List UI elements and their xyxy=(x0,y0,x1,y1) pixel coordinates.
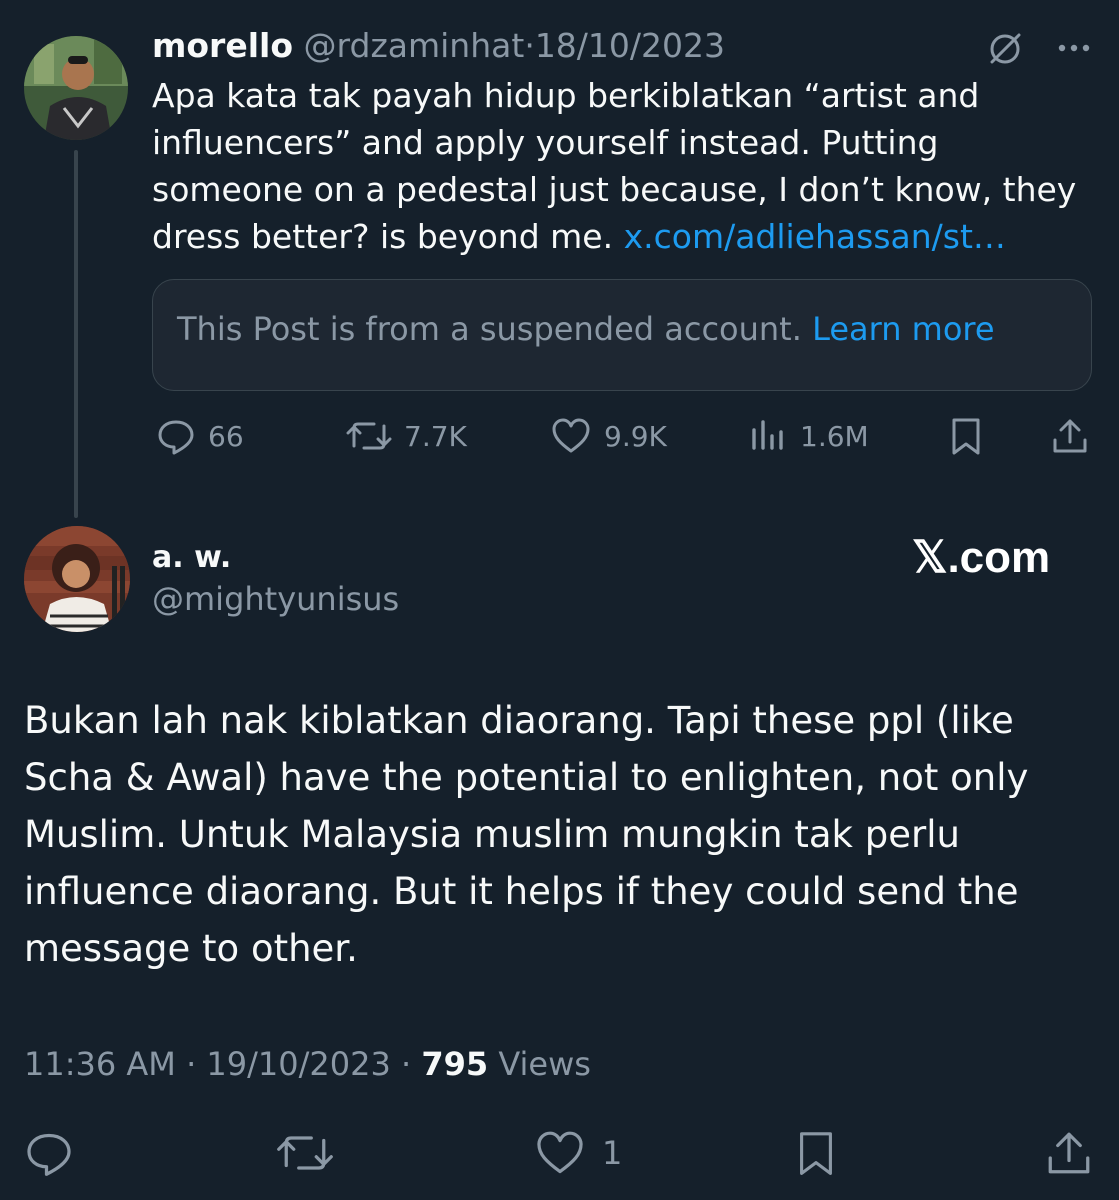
avatar-morello[interactable] xyxy=(24,36,128,140)
reply-count: 66 xyxy=(208,419,244,453)
bookmark-icon xyxy=(792,1128,840,1178)
repost-count: 7.7K xyxy=(404,419,467,453)
post2-share-button[interactable] xyxy=(1044,1128,1094,1178)
repost-button[interactable]: 7.7K xyxy=(346,414,467,458)
reply-button[interactable]: 66 xyxy=(156,414,244,458)
post2-meta: 11:36 AM · 19/10/2023 · 795 Views xyxy=(24,1045,591,1083)
post2-author-handle[interactable]: @mightyunisus xyxy=(152,580,399,618)
post2-like-button[interactable]: 1 xyxy=(534,1128,622,1178)
post2-like-count: 1 xyxy=(602,1134,623,1172)
grok-icon[interactable] xyxy=(986,30,1024,68)
post2-date[interactable]: 19/10/2023 xyxy=(206,1045,390,1083)
share-icon xyxy=(1044,1128,1094,1178)
thread-line xyxy=(74,150,78,518)
post1-header: morello @rdzaminhat·18/10/2023 xyxy=(152,26,725,65)
post1-date[interactable]: 18/10/2023 xyxy=(535,26,725,65)
reply-icon xyxy=(156,416,196,456)
quoted-post-notice: This Post is from a suspended account. L… xyxy=(177,310,995,348)
bookmark-icon xyxy=(946,416,986,456)
post2-views-label: Views xyxy=(498,1045,591,1083)
repost-icon xyxy=(346,416,392,456)
post2-repost-button[interactable] xyxy=(276,1128,334,1178)
post2-author-name[interactable]: a. w. xyxy=(152,540,231,575)
like-button[interactable]: 9.9K xyxy=(550,414,667,458)
post2-time[interactable]: 11:36 AM xyxy=(24,1045,176,1083)
like-icon xyxy=(550,416,592,456)
post2-text: Bukan lah nak kiblatkan diaorang. Tapi t… xyxy=(24,699,1029,970)
post1-author-name[interactable]: morello xyxy=(152,26,293,65)
bookmark-button[interactable] xyxy=(946,414,986,458)
post2-views-count: 795 xyxy=(421,1045,489,1083)
views-icon xyxy=(748,416,788,456)
learn-more-link[interactable]: Learn more xyxy=(812,310,995,348)
post1-separator: · xyxy=(524,26,535,65)
post2-bookmark-button[interactable] xyxy=(792,1128,840,1178)
reply-icon xyxy=(24,1128,74,1178)
share-icon xyxy=(1050,416,1090,456)
post2-separator-1: · xyxy=(186,1045,197,1083)
repost-icon xyxy=(276,1128,334,1178)
suspended-notice-text: This Post is from a suspended account. xyxy=(177,310,802,348)
post1-author-handle[interactable]: @rdzaminhat xyxy=(304,26,525,65)
more-icon[interactable] xyxy=(1054,36,1094,60)
post1-text-block: Apa kata tak payah hidup berkiblatkan “a… xyxy=(152,72,1092,260)
views-button[interactable]: 1.6M xyxy=(748,414,869,458)
post1-link[interactable]: x.com/adliehassan/st… xyxy=(624,217,1006,256)
share-button[interactable] xyxy=(1050,414,1090,458)
post2-separator-2: · xyxy=(401,1045,412,1083)
post2-reply-button[interactable] xyxy=(24,1128,74,1178)
views-count: 1.6M xyxy=(800,419,869,453)
xcom-watermark: 𝕏.com xyxy=(912,533,1051,582)
avatar-mightyunisus[interactable] xyxy=(24,526,130,632)
quoted-post-card[interactable]: This Post is from a suspended account. L… xyxy=(152,279,1092,391)
like-count: 9.9K xyxy=(604,419,667,453)
like-icon xyxy=(534,1128,586,1178)
